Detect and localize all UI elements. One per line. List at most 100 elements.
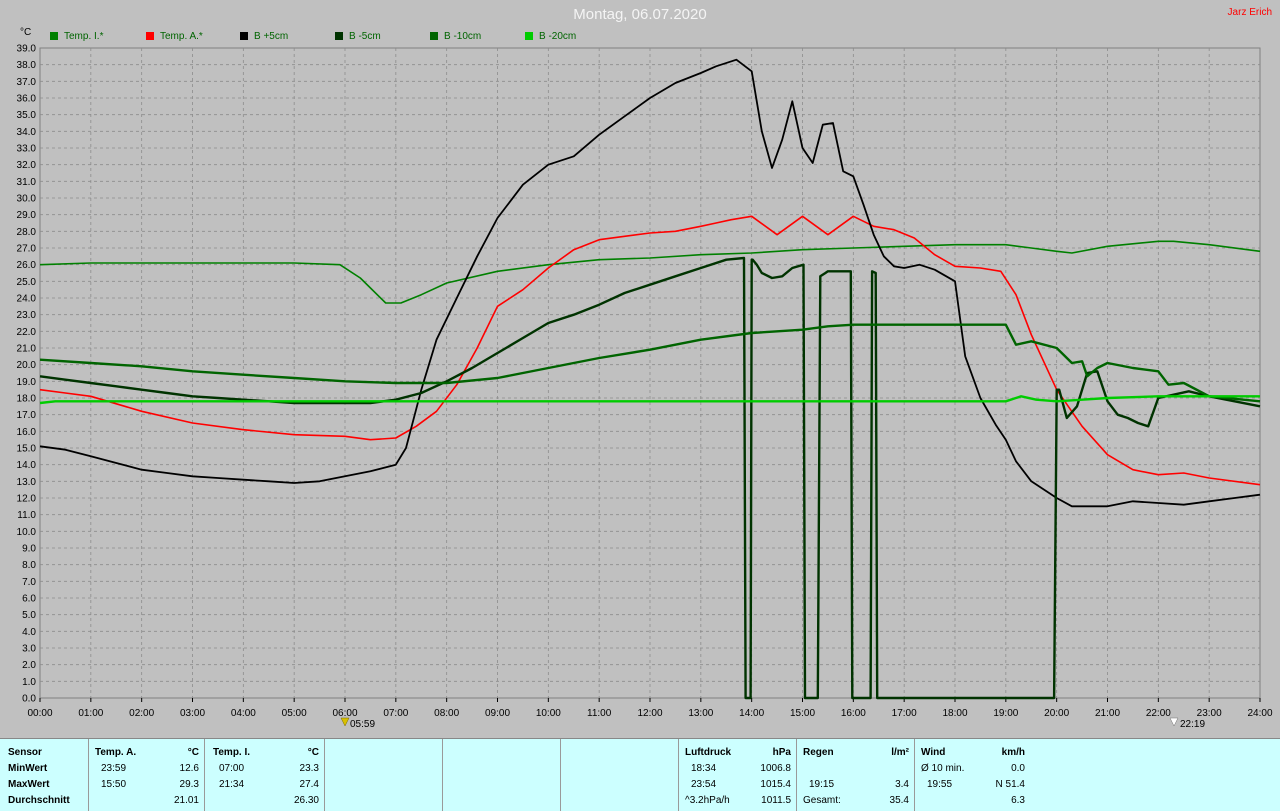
y-tick-label: 31.0 <box>17 177 37 188</box>
legend-item-temp-i: Temp. I.* <box>50 31 103 42</box>
y-tick-label: 13.0 <box>17 477 37 488</box>
stats-temp-i-max-value: 27.4 <box>299 779 319 790</box>
y-tick-label: 25.0 <box>17 277 37 288</box>
x-tick-label: 18:00 <box>942 708 967 719</box>
legend-swatch <box>146 32 154 40</box>
stats-luftdruck-avg-value: 1011.5 <box>761 795 791 806</box>
stats-wind-max-time: 19:55 <box>927 779 953 790</box>
x-tick-label: 00:00 <box>27 708 52 719</box>
y-tick-label: 30.0 <box>17 194 37 205</box>
y-tick-label: 12.0 <box>17 494 37 505</box>
stats-luftdruck-min-value: 1006.8 <box>760 763 791 774</box>
x-tick-label: 05:00 <box>282 708 307 719</box>
y-tick-label: 19.0 <box>17 377 37 388</box>
stats-temp-a-header: Temp. A. <box>95 747 137 758</box>
y-tick-label: 20.0 <box>17 360 37 371</box>
stats-temp-a-min-time: 23:59 <box>101 763 127 774</box>
stats-regen-max-time: 19:15 <box>809 779 835 790</box>
chart-area: 0.0 1.0 2.0 3.0 4.0 5.0 6.0 7.0 8.0 9.0 10.0 11.0 12… <box>17 44 1273 731</box>
y-tick-label: 1.0 <box>22 677 36 688</box>
stats-temp-i-max-time: 21:34 <box>219 779 245 790</box>
x-tick-label: 23:00 <box>1197 708 1222 719</box>
stats-wind-avg-value: 0.0 <box>1011 763 1025 774</box>
x-tick-label: 09:00 <box>485 708 510 719</box>
y-tick-label: 5.0 <box>22 610 36 621</box>
y-tick-label: 18.0 <box>17 394 37 405</box>
stats-row-avg: Durchschnitt <box>8 795 70 806</box>
y-tick-label: 14.0 <box>17 460 37 471</box>
stats-empty-column <box>560 739 679 811</box>
stats-luftdruck-column: Luftdruck hPa 18:34 1006.8 23:54 1015.4 … <box>678 739 797 811</box>
stats-empty-column <box>324 739 443 811</box>
y-tick-label: 36.0 <box>17 94 37 105</box>
y-tick-label: 33.0 <box>17 144 37 155</box>
stats-temp-a-max-time: 15:50 <box>101 779 127 790</box>
stats-row-min: MinWert <box>8 763 48 774</box>
legend-swatch <box>525 32 533 40</box>
stats-temp-i-unit: °C <box>307 747 319 758</box>
stats-temp-a-avg-value: 21.01 <box>173 795 199 806</box>
stats-sensor-column: Sensor MinWert MaxWert Durchschnitt <box>0 739 88 811</box>
y-tick-label: 10.0 <box>17 527 37 538</box>
stats-luftdruck-header: Luftdruck <box>685 747 732 758</box>
stats-temp-i-min-time: 07:00 <box>219 763 245 774</box>
legend-item-b-plus5: B +5cm <box>240 31 288 42</box>
x-tick-label: 14:00 <box>739 708 764 719</box>
y-tick-label: 9.0 <box>22 544 36 555</box>
sunset-icon <box>1169 717 1179 727</box>
sunrise-time: 05:59 <box>350 719 375 730</box>
stats-regen-total-value: 35.4 <box>889 795 909 806</box>
stats-temp-a-max-value: 29.3 <box>179 779 199 790</box>
y-tick-label: 32.0 <box>17 160 37 171</box>
legend-swatch <box>50 32 58 40</box>
stats-temp-a-unit: °C <box>187 747 199 758</box>
stats-temp-a-min-value: 12.6 <box>179 763 199 774</box>
legend-label: Temp. I.* <box>64 31 104 42</box>
y-tick-label: 16.0 <box>17 427 37 438</box>
y-tick-label: 38.0 <box>17 60 37 71</box>
y-tick-label: 3.0 <box>22 644 36 655</box>
x-tick-label: 06:00 <box>332 708 357 719</box>
legend-swatch <box>240 32 248 40</box>
stats-luftdruck-max-value: 1015.4 <box>760 779 791 790</box>
stats-wind-max-value: N 51.4 <box>995 779 1025 790</box>
stats-regen-column: Regen l/m² 19:15 3.4 Gesamt: 35.4 <box>796 739 915 811</box>
stats-luftdruck-max-time: 23:54 <box>691 779 717 790</box>
sunrise-icon <box>340 717 350 727</box>
legend-swatch <box>430 32 438 40</box>
legend-swatch <box>335 32 343 40</box>
x-tick-label: 16:00 <box>841 708 866 719</box>
legend-label: B -20cm <box>539 31 577 42</box>
y-tick-label: 0.0 <box>22 694 36 705</box>
y-tick-label: 22.0 <box>17 327 37 338</box>
y-tick-label: 34.0 <box>17 127 37 138</box>
legend-item-temp-a: Temp. A.* <box>146 31 203 42</box>
y-tick-label: 17.0 <box>17 410 37 421</box>
x-tick-label: 21:00 <box>1095 708 1120 719</box>
y-tick-label: 28.0 <box>17 227 37 238</box>
x-tick-label: 13:00 <box>688 708 713 719</box>
stats-empty-column <box>442 739 561 811</box>
y-tick-label: 21.0 <box>17 344 37 355</box>
y-tick-label: 35.0 <box>17 110 37 121</box>
y-tick-label: 7.0 <box>22 577 36 588</box>
stats-wind-unit: km/h <box>1001 747 1025 758</box>
stats-wind-mean-value: 6.3 <box>1011 795 1025 806</box>
x-tick-label: 03:00 <box>180 708 205 719</box>
stats-temp-i-column: Temp. I. °C 07:00 23.3 21:34 27.4 26.30 <box>204 739 325 811</box>
sun-markers: 05:59 22:19 <box>340 717 1205 730</box>
y-tick-label: 6.0 <box>22 594 36 605</box>
y-tick-label: 4.0 <box>22 627 36 638</box>
legend-label: Temp. A.* <box>160 31 203 42</box>
stats-regen-total-label: Gesamt: <box>803 795 841 806</box>
x-tick-label: 17:00 <box>892 708 917 719</box>
stats-table: Sensor MinWert MaxWert Durchschnitt Temp… <box>0 738 1280 811</box>
y-tick-label: 39.0 <box>17 44 37 55</box>
stats-luftdruck-trend: ^3.2hPa/h <box>685 795 730 806</box>
stats-luftdruck-unit: hPa <box>772 747 791 758</box>
y-tick-label: 11.0 <box>17 510 36 521</box>
chart-title: Montag, 06.07.2020 <box>573 6 707 23</box>
y-tick-label: 24.0 <box>17 294 37 305</box>
legend-item-b-minus10: B -10cm <box>430 31 481 42</box>
legend-item-b-minus5: B -5cm <box>335 31 381 42</box>
